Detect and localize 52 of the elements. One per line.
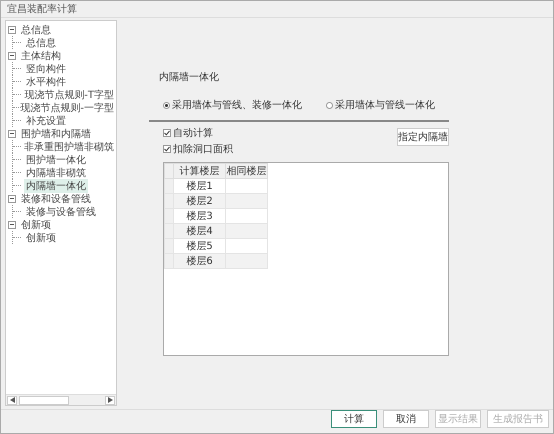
tree-item[interactable]: 补充设置: [24, 114, 68, 128]
checkbox[interactable]: [163, 145, 171, 153]
tree-item[interactable]: 现浇节点规则-一字型: [18, 100, 116, 114]
collapse-icon[interactable]: [8, 130, 16, 138]
assign-wall-button[interactable]: 指定内隔墙: [397, 128, 449, 146]
tree-item[interactable]: 围护墙一体化: [24, 152, 88, 166]
table-cell: [226, 254, 268, 268]
window-title: 宜昌装配率计算: [7, 2, 77, 16]
table-cell: 楼层4: [174, 224, 226, 238]
table-cell: [226, 208, 268, 224]
checkbox-label: 自动计算: [173, 126, 213, 140]
radio-label: 采用墙体与管线、装修一体化: [172, 98, 302, 112]
table-cell: 楼层3: [174, 208, 226, 224]
table-cell: 楼层2: [174, 194, 226, 208]
tree-item[interactable]: 非承重围护墙非砌筑: [22, 140, 116, 154]
horizontal-scrollbar[interactable]: [6, 394, 116, 405]
radio-button[interactable]: [326, 102, 333, 108]
table-cell: 楼层6: [174, 254, 226, 268]
tree-item[interactable]: 总信息: [19, 22, 53, 36]
column-header: 计算楼层: [174, 164, 226, 178]
scroll-left-icon[interactable]: [7, 396, 17, 404]
dialog-button[interactable]: 取消: [383, 410, 429, 428]
table-cell: [226, 194, 268, 208]
collapse-icon[interactable]: [8, 52, 16, 60]
tree-item[interactable]: 装修和设备管线: [19, 192, 93, 206]
tree-item[interactable]: 主体结构: [19, 48, 63, 62]
tree-item[interactable]: 创新项: [19, 218, 53, 232]
table-cell: 楼层1: [174, 178, 226, 194]
tree-item[interactable]: 总信息: [24, 36, 58, 50]
tree-item[interactable]: 竖向构件: [24, 62, 68, 76]
dialog-button[interactable]: 计算: [331, 410, 377, 428]
tree-item[interactable]: 水平构件: [24, 74, 68, 88]
checkbox[interactable]: [163, 129, 171, 137]
tree-item[interactable]: 内隔墙一体化: [24, 178, 88, 192]
collapse-icon[interactable]: [8, 220, 16, 228]
table-cell: [226, 224, 268, 238]
collapse-icon[interactable]: [8, 194, 16, 202]
table-cell: [226, 178, 268, 194]
tree-item[interactable]: 现浇节点规则-T字型: [22, 88, 116, 102]
radio-button[interactable]: [163, 102, 170, 108]
column-header: 相同楼层: [226, 164, 268, 178]
section-title: 内隔墙一体化: [159, 70, 220, 84]
checkbox-label: 扣除洞口面积: [173, 142, 233, 156]
collapse-icon[interactable]: [8, 26, 16, 34]
tree-item[interactable]: 装修与设备管线: [24, 204, 98, 218]
tree-item[interactable]: 内隔墙非砌筑: [24, 166, 88, 180]
table-cell: 楼层5: [174, 238, 226, 254]
scroll-right-icon[interactable]: [105, 396, 115, 404]
radio-label: 采用墙体与管线一体化: [335, 98, 435, 112]
tree-item[interactable]: 围护墙和内隔墙: [19, 126, 93, 140]
tree-item[interactable]: 创新项: [24, 230, 58, 244]
table-cell: [226, 238, 268, 254]
